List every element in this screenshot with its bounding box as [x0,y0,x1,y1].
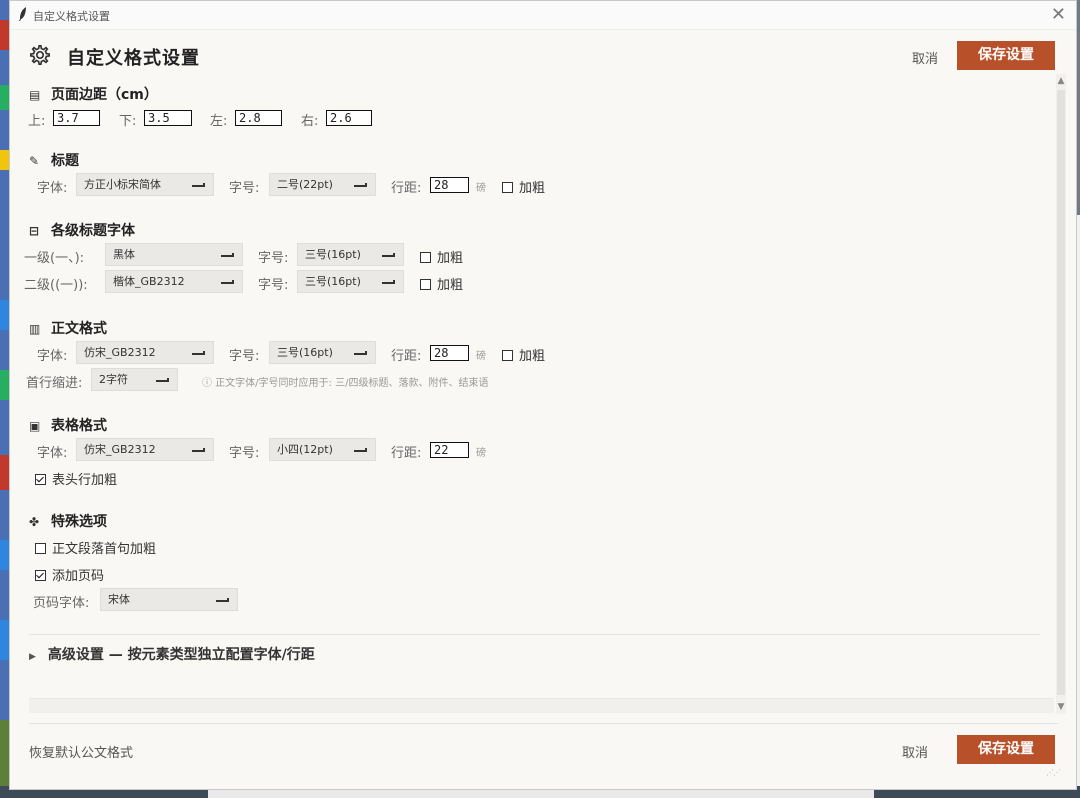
heading-level1-bold-checkbox[interactable]: 加粗 [420,247,463,266]
table-header-bold-checkbox[interactable]: 表头行加粗 [35,469,117,488]
checkbox-icon [502,350,513,361]
close-icon[interactable]: ✕ [1051,4,1066,25]
triangle-right-icon: ▶ [29,652,36,662]
body-indent-select[interactable]: 2字符 [91,368,178,391]
body-spacing-unit: 磅 [476,351,486,362]
footer-cancel-button[interactable]: 取消 [902,742,928,761]
body-font-hint: ⓘ 正文字体/字号同时应用于: 三/四级标题、落款、附件、结束语 [202,378,489,389]
heading-level2-label: 二级((一)): [24,278,88,293]
checkbox-checked-icon [35,474,46,485]
title-size-label: 字号: [229,181,260,196]
footer-save-button[interactable]: 保存设置 [957,735,1055,764]
body-font-select[interactable]: 仿宋_GB2312 [76,341,214,364]
section-body-title: ▥ 正文格式 [29,321,107,337]
body-bold-checkbox[interactable]: 加粗 [502,345,545,364]
edit-icon: ✎ [29,154,40,168]
page-number-checkbox[interactable]: 添加页码 [35,565,104,584]
advanced-settings-toggle[interactable]: ▶ 高级设置 — 按元素类型独立配置字体/行距 [29,644,315,664]
table-size-label: 字号: [229,446,260,461]
heading-level2-bold-checkbox[interactable]: 加粗 [420,274,463,293]
body-indent-label: 首行缩进: [26,376,83,391]
margin-bottom-input[interactable]: 3.5 [144,110,192,126]
section-margins-title: ▤ 页面边距（cm） [29,87,158,103]
restore-defaults-button[interactable]: 恢复默认公文格式 [29,742,133,761]
settings-dialog: 自定义格式设置 ✕ 自定义格式设置 取消 保存设置 ▤ 页面边距（cm） 上: 3… [9,0,1077,790]
margin-left-input[interactable]: 2.8 [235,110,282,126]
body-spacing-label: 行距: [391,349,422,364]
table-font-label: 字体: [37,446,68,461]
book-icon: ▥ [29,322,41,336]
title-font-select[interactable]: 方正小标宋简体 [76,173,214,196]
scroll-down-icon[interactable]: ▼ [1056,702,1066,712]
margin-top-input[interactable]: 3.7 [53,110,100,126]
header-cancel-button[interactable]: 取消 [912,48,938,67]
body-size-select[interactable]: 三号(16pt) [269,341,376,364]
heading-level2-font-select[interactable]: 楷体_GB2312 [105,270,243,293]
heading-level1-label: 一级(一、): [24,251,85,266]
document-icon: ▤ [29,88,41,102]
horizontal-scrollbar[interactable] [29,698,1054,713]
header-save-button[interactable]: 保存设置 [957,41,1055,70]
resize-grip-icon[interactable]: ⋰⋰ [1046,768,1061,777]
scrollbar-thumb[interactable] [1057,90,1065,695]
body-font-label: 字体: [37,349,68,364]
collapse-icon: ⊟ [29,224,40,238]
table-size-select[interactable]: 小四(12pt) [269,438,376,461]
heading-level2-size-select[interactable]: 三号(16pt) [297,270,404,293]
margin-left-label: 左: [210,114,228,129]
checkbox-icon [35,543,46,554]
window-title: 自定义格式设置 [33,10,110,23]
heading-level2-size-label: 字号: [258,278,289,293]
page-font-select[interactable]: 宋体 [100,588,238,611]
body-size-label: 字号: [229,349,260,364]
section-heading-fonts-title: ⊟ 各级标题字体 [29,223,135,239]
margin-bottom-label: 下: [119,114,137,129]
page-title: 自定义格式设置 [67,48,200,69]
heading-level1-size-select[interactable]: 三号(16pt) [297,243,404,266]
first-sentence-bold-checkbox[interactable]: 正文段落首句加粗 [35,538,156,557]
footer-divider [29,723,1058,724]
checkbox-checked-icon [35,570,46,581]
gear-icon [30,45,50,65]
settings-scroll-area[interactable]: ▤ 页面边距（cm） 上: 3.7 下: 3.5 左: 2.8 右: 2.6 ✎ 标… [10,74,1058,714]
vertical-scrollbar[interactable]: ▲ ▼ [1056,74,1066,714]
checkbox-icon [420,279,431,290]
title-size-select[interactable]: 二号(22pt) [269,173,376,196]
save-icon: ▣ [29,419,41,433]
table-font-select[interactable]: 仿宋_GB2312 [76,438,214,461]
margin-right-input[interactable]: 2.6 [326,110,372,126]
title-font-label: 字体: [37,181,68,196]
section-divider [29,634,1040,635]
section-table-title: ▣ 表格格式 [29,418,107,434]
window-titlebar: 自定义格式设置 ✕ [10,1,1076,30]
title-spacing-label: 行距: [391,181,422,196]
body-spacing-input[interactable]: 28 [430,345,469,361]
title-spacing-input[interactable]: 28 [430,177,469,193]
feather-icon [19,7,26,21]
title-spacing-unit: 磅 [476,183,486,194]
page-font-label: 页码字体: [33,596,90,611]
table-spacing-input[interactable]: 22 [430,442,469,458]
scroll-up-icon[interactable]: ▲ [1056,76,1066,86]
table-spacing-unit: 磅 [476,448,486,459]
section-special-title: ✤ 特殊选项 [29,514,107,530]
puzzle-icon: ✤ [29,515,40,529]
title-bold-checkbox[interactable]: 加粗 [502,177,545,196]
margin-top-label: 上: [28,114,46,129]
heading-level1-font-select[interactable]: 黑体 [105,243,243,266]
margin-right-label: 右: [301,114,319,129]
checkbox-icon [420,252,431,263]
table-spacing-label: 行距: [391,446,422,461]
section-title-title: ✎ 标题 [29,153,79,169]
checkbox-icon [502,182,513,193]
heading-level1-size-label: 字号: [258,251,289,266]
